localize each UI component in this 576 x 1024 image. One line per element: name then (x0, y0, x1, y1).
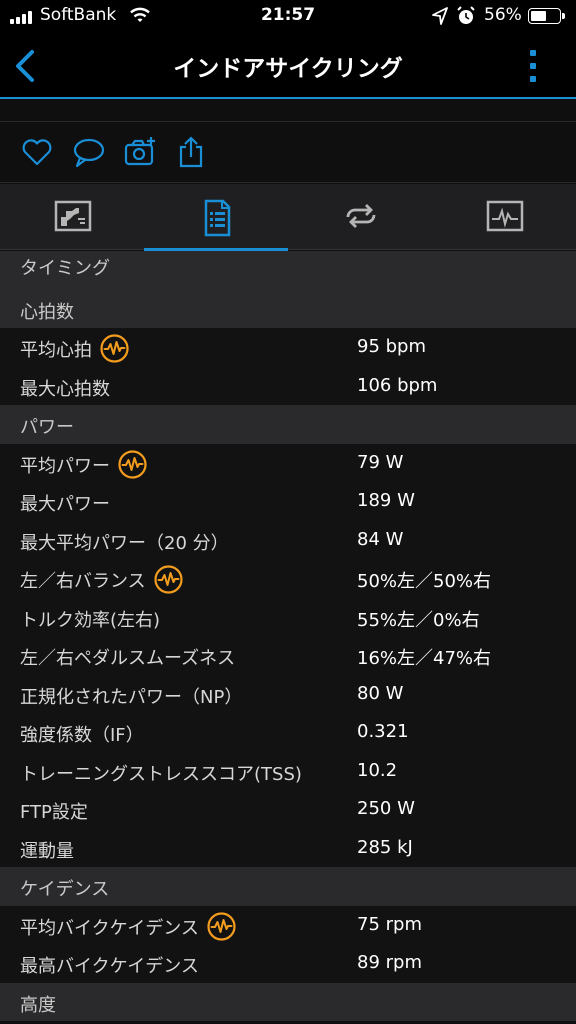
navigation-bar: インドアサイクリング (0, 32, 576, 98)
tab-laps[interactable] (288, 184, 432, 250)
stat-row: 平均パワー 79 W (0, 443, 576, 482)
stat-value: 75 rpm (357, 913, 422, 935)
performance-badge-icon[interactable] (154, 565, 183, 594)
stat-row: 最大心拍数 106 bpm (0, 366, 576, 405)
stat-value: 16%左／47%右 (357, 648, 492, 669)
section-header: 高度 (0, 982, 576, 1021)
performance-badge-icon[interactable] (100, 334, 129, 363)
page-title: インドアサイクリング (173, 56, 403, 82)
stat-label: 平均心拍 (20, 334, 129, 363)
section-title: タイミング (20, 258, 110, 279)
section-header: タイミング (0, 251, 576, 290)
stat-row: 左／右ペダルスムーズネス 16%左／47%右 (0, 636, 576, 675)
stat-value: 79 W (357, 451, 404, 473)
section-title: 心拍数 (20, 301, 74, 323)
heart-icon[interactable] (20, 135, 54, 169)
stat-value: 95 bpm (357, 336, 427, 357)
laps-icon (346, 204, 376, 228)
stat-row: 正規化されたパワー（NP） 80 W (0, 674, 576, 713)
graph-icon (486, 200, 524, 232)
stat-row: 運動量 285 kJ (0, 828, 576, 867)
section-header: ケイデンス (0, 867, 576, 906)
battery-fill (531, 11, 547, 21)
section-header: 心拍数 (0, 289, 576, 328)
stat-value: 285 kJ (357, 836, 413, 858)
tab-graphs[interactable] (432, 184, 576, 250)
stat-label: トルク効率(左右) (20, 609, 161, 631)
battery-icon (528, 8, 565, 24)
stat-label: 最大平均パワー（20 分） (20, 532, 229, 554)
stat-value: 0.321 (357, 721, 409, 742)
more-menu-icon[interactable] (520, 46, 546, 86)
share-icon[interactable] (175, 135, 209, 169)
stats-list: タイミング心拍数平均心拍 95 bpm 最大心拍数 106 bpm パワー平均パワー 79… (0, 251, 576, 1021)
section-title: ケイデンス (20, 879, 110, 900)
stats-list-icon (204, 199, 231, 237)
header-spacer (0, 99, 576, 122)
battery-percent: 56% (484, 5, 522, 25)
stat-label: 最大心拍数 (20, 378, 110, 400)
summary-chart-icon (54, 200, 92, 232)
stat-label: FTP設定 (20, 802, 88, 823)
stat-row: トルク効率(左右) 55%左／0%右 (0, 597, 576, 636)
stat-label: 最大パワー (20, 494, 110, 515)
stat-row: FTP設定 250 W (0, 790, 576, 829)
action-row (0, 122, 576, 183)
stat-label: 左／右ペダルスムーズネス (20, 648, 236, 669)
stat-row: トレーニングストレススコア(TSS) 10.2 (0, 751, 576, 790)
tab-summary[interactable] (0, 184, 144, 250)
stat-label: 平均バイクケイデンス (20, 911, 236, 941)
stat-label: 強度係数（IF） (20, 725, 144, 746)
stat-value: 55%左／0%右 (357, 609, 480, 631)
stat-row: 平均バイクケイデンス 75 rpm (0, 905, 576, 944)
stat-row: 最高バイクケイデンス 89 rpm (0, 944, 576, 983)
stat-row: 左／右バランス 50%左／50%右 (0, 559, 576, 598)
stat-label: トレーニングストレススコア(TSS) (20, 763, 302, 785)
stat-label: 左／右バランス (20, 565, 183, 594)
alarm-icon (457, 6, 475, 24)
section-header: パワー (0, 405, 576, 444)
add-photo-icon[interactable] (123, 135, 157, 169)
stat-value: 189 W (357, 490, 415, 511)
tab-stats[interactable] (144, 184, 288, 251)
tab-bar (0, 184, 576, 251)
section-title: パワー (20, 417, 74, 438)
stat-value: 80 W (357, 682, 404, 704)
stat-row: 最大パワー 189 W (0, 482, 576, 521)
stat-value: 84 W (357, 528, 404, 550)
stat-row: 平均心拍 95 bpm (0, 328, 576, 367)
stat-label: 平均パワー (20, 449, 147, 479)
stat-value: 10.2 (357, 759, 398, 781)
stat-label: 正規化されたパワー（NP） (20, 686, 243, 708)
performance-badge-icon[interactable] (118, 449, 147, 479)
location-arrow-icon (432, 7, 448, 25)
stat-row: 強度係数（IF） 0.321 (0, 713, 576, 752)
status-bar: SoftBank 21:57 56% (0, 0, 576, 32)
stat-value: 250 W (357, 798, 415, 819)
stat-value: 50%左／50%右 (357, 571, 492, 592)
performance-badge-icon[interactable] (207, 911, 236, 941)
section-title: 高度 (20, 994, 56, 1016)
comment-icon[interactable] (72, 135, 106, 169)
stat-value: 89 rpm (357, 952, 422, 973)
stat-value: 106 bpm (357, 374, 438, 396)
stat-row: 最大平均パワー（20 分） 84 W (0, 520, 576, 559)
stat-label: 最高バイクケイデンス (20, 956, 199, 977)
stat-label: 運動量 (20, 840, 74, 862)
